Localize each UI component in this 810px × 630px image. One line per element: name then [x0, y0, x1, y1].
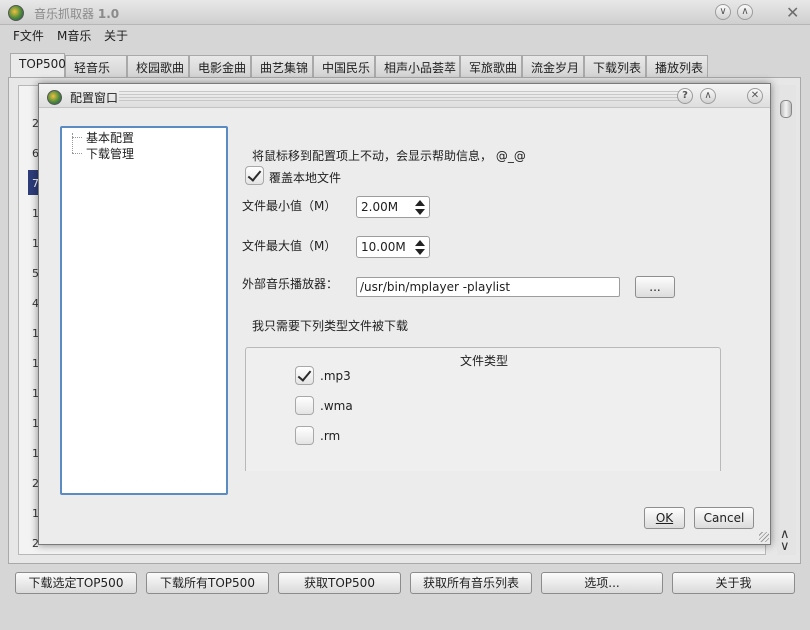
rm-label: .rm [320, 429, 341, 443]
tab-chinese-folk[interactable]: 中国民乐 [313, 55, 375, 77]
tree-item-basic-config[interactable]: 基本配置 [86, 129, 134, 146]
options-button[interactable]: 选项... [541, 572, 663, 594]
tab-military-songs[interactable]: 军旅歌曲 [460, 55, 522, 77]
help-icon: ? [682, 90, 688, 101]
close-icon: ✕ [750, 90, 760, 101]
close-icon: ✕ [786, 3, 800, 22]
scrollbar-thumb[interactable] [780, 100, 792, 118]
download-selected-button[interactable]: 下载选定TOP500 [15, 572, 137, 594]
config-tree: 基本配置 下载管理 [60, 126, 228, 495]
tab-download-list[interactable]: 下载列表 [584, 55, 646, 77]
dialog-close-button[interactable]: ✕ [747, 88, 763, 104]
filetype-group-title: 文件类型 [459, 354, 508, 368]
overwrite-checkbox[interactable] [245, 166, 264, 185]
window-minimize-button[interactable]: ∨ [715, 4, 731, 20]
tree-connector [72, 153, 82, 154]
spin-arrows-icon[interactable] [414, 238, 426, 256]
tab-top500[interactable]: TOP500 [10, 53, 66, 77]
browse-player-button[interactable]: ... [635, 276, 675, 298]
menu-music[interactable]: M音乐 [57, 27, 91, 44]
tab-movie-songs[interactable]: 电影金曲 [189, 55, 251, 77]
window-maximize-button[interactable]: ∧ [737, 4, 753, 20]
window-title: 音乐抓取器 1.0 [34, 5, 119, 22]
tree-connector [72, 137, 82, 138]
chevron-up-icon: ∧ [741, 6, 749, 17]
min-size-value: 2.00M [361, 200, 399, 214]
player-path-input[interactable]: /usr/bin/mplayer -playlist [356, 277, 620, 297]
tree-item-download-manager[interactable]: 下载管理 [86, 145, 134, 162]
download-all-button[interactable]: 下载所有TOP500 [146, 572, 269, 594]
tab-crosstalk[interactable]: 相声小品荟萃 [375, 55, 460, 77]
max-size-spinbox[interactable]: 10.00M [356, 236, 430, 258]
app-version: 1.0 [97, 7, 120, 21]
config-dialog: 配置窗口 ? ∧ ✕ 基本配置 下载管理 将鼠标移到配置项上不动，会显示帮助信息… [38, 83, 771, 545]
app-title-text: 音乐抓取器 [34, 7, 95, 21]
dialog-logo-icon [47, 90, 62, 105]
dialog-shade-button[interactable]: ∧ [700, 88, 716, 104]
min-size-spinbox[interactable]: 2.00M [356, 196, 430, 218]
about-me-button[interactable]: 关于我 [672, 572, 795, 594]
tab-light-music[interactable]: 轻音乐 [65, 55, 127, 77]
tab-campus-songs[interactable]: 校园歌曲 [127, 55, 189, 77]
filetype-intro: 我只需要下列类型文件被下载 [252, 319, 409, 333]
max-size-value: 10.00M [361, 240, 406, 254]
wma-label: .wma [320, 399, 353, 413]
max-size-label: 文件最大值（M） [242, 239, 337, 253]
titlebar-grip-lines [119, 91, 679, 102]
min-size-label: 文件最小值（M） [242, 199, 337, 213]
tab-play-list[interactable]: 播放列表 [646, 55, 708, 77]
spin-arrows-icon[interactable] [414, 198, 426, 216]
chevron-up-icon: ∧ [704, 90, 712, 101]
main-titlebar [0, 0, 810, 25]
overwrite-label: 覆盖本地文件 [269, 171, 342, 185]
tree-connector [72, 133, 73, 153]
menubar: F文件 M音乐 关于 [0, 25, 810, 46]
fetch-all-lists-button[interactable]: 获取所有音乐列表 [410, 572, 532, 594]
mp3-label: .mp3 [320, 369, 351, 383]
help-hint-text: 将鼠标移到配置项上不动，会显示帮助信息， @_@ [252, 149, 526, 163]
app-logo-icon [8, 5, 24, 21]
tab-quyi[interactable]: 曲艺集锦 [251, 55, 313, 77]
rm-checkbox[interactable] [295, 426, 314, 445]
filetype-groupbox: 文件类型 .mp3 .wma .rm [245, 347, 721, 471]
mp3-checkbox[interactable] [295, 366, 314, 385]
menu-about[interactable]: 关于 [104, 27, 128, 44]
cancel-button[interactable]: Cancel [694, 507, 754, 529]
tab-golden-years[interactable]: 流金岁月 [522, 55, 584, 77]
resize-grip-icon[interactable] [759, 532, 769, 542]
dialog-help-button[interactable]: ? [677, 88, 693, 104]
scroll-down-icon[interactable]: ∨ [780, 539, 790, 554]
window-close-button[interactable]: ✕ [786, 3, 799, 22]
table-scrollbar[interactable] [777, 85, 796, 555]
player-label: 外部音乐播放器： [242, 277, 339, 291]
ok-button[interactable]: OK [644, 507, 685, 529]
chevron-down-icon: ∨ [719, 6, 727, 17]
dialog-title: 配置窗口 [70, 91, 119, 105]
menu-file[interactable]: F文件 [13, 27, 44, 44]
wma-checkbox[interactable] [295, 396, 314, 415]
fetch-top500-button[interactable]: 获取TOP500 [278, 572, 401, 594]
